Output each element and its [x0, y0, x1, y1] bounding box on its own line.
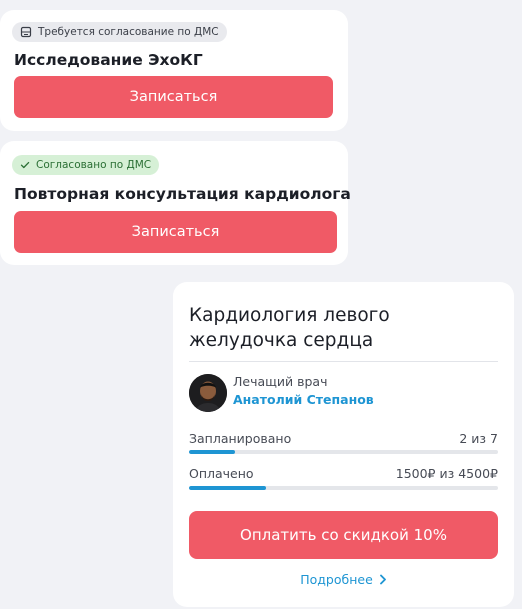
- program-title: Кардиология левого желудочка сердца: [189, 305, 390, 351]
- doctor-name-link[interactable]: Анатолий Степанов: [233, 392, 374, 407]
- paid-progress-bar: [189, 486, 498, 490]
- badge-text: Согласовано по ДМС: [36, 159, 152, 171]
- treatment-program-card: Кардиология левого желудочка сердца Леча…: [173, 282, 514, 607]
- dms-approved-badge: Согласовано по ДМС: [12, 155, 160, 175]
- paid-label: Оплачено: [189, 466, 254, 481]
- planned-progress-fill: [189, 450, 236, 454]
- book-button[interactable]: Записаться: [14, 76, 333, 118]
- badge-text: Требуется согласование по ДМС: [38, 26, 219, 38]
- service-title: Повторная консультация кардиолога: [14, 185, 351, 203]
- doctor-role: Лечащий врач: [233, 374, 328, 389]
- book-button[interactable]: Записаться: [14, 211, 337, 253]
- appointment-card: Требуется согласование по ДМС Исследован…: [0, 10, 348, 131]
- more-details-label: Подробнее: [300, 572, 373, 587]
- check-icon: [20, 160, 30, 170]
- document-icon: [20, 26, 32, 38]
- dms-approval-required-badge: Требуется согласование по ДМС: [12, 22, 227, 42]
- paid-progress-fill: [189, 486, 267, 490]
- planned-progress-bar: [189, 450, 498, 454]
- chevron-right-icon: [379, 573, 387, 588]
- doctor-avatar: [189, 374, 227, 412]
- divider: [189, 361, 498, 362]
- more-details-link[interactable]: Подробнее: [173, 572, 514, 588]
- service-title: Исследование ЭхоКГ: [14, 51, 203, 69]
- pay-with-discount-button[interactable]: Оплатить со скидкой 10%: [189, 511, 498, 559]
- planned-label: Запланировано: [189, 431, 292, 446]
- planned-value: 2 из 7: [459, 431, 498, 446]
- appointment-card: Согласовано по ДМС Повторная консультаци…: [0, 141, 351, 265]
- paid-value: 1500₽ из 4500₽: [395, 466, 498, 481]
